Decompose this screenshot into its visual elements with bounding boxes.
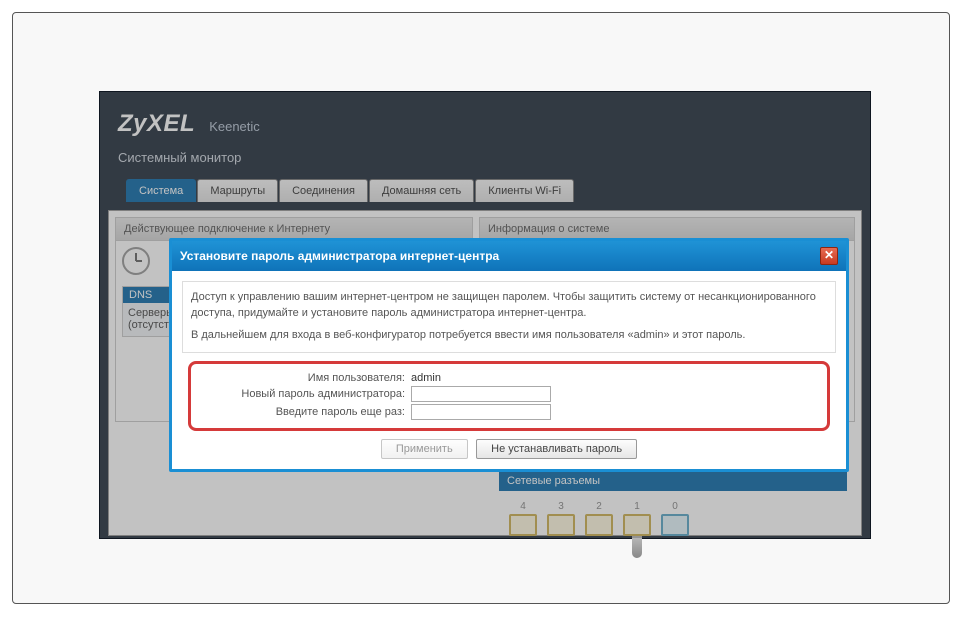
dialog-message: Доступ к управлению вашим интернет-центр… [182,281,836,353]
confirm-password-input[interactable] [411,404,551,420]
dialog-titlebar: Установите пароль администратора интерне… [172,241,846,271]
dialog-paragraph-2: В дальнейшем для входа в веб-конфигурато… [191,328,827,344]
username-value: admin [411,372,441,384]
dialog-buttons: Применить Не устанавливать пароль [182,439,836,459]
confirm-password-label: Введите пароль еще раз: [201,406,411,418]
new-password-label: Новый пароль администратора: [201,388,411,400]
dialog-title-text: Установите пароль администратора интерне… [180,249,499,263]
set-password-dialog: Установите пароль администратора интерне… [169,238,849,472]
password-form-highlight: Имя пользователя: admin Новый пароль адм… [188,361,830,431]
viewport-frame: ZyXEL Keenetic Системный монитор Система… [12,12,950,604]
new-password-input[interactable] [411,386,551,402]
apply-button[interactable]: Применить [381,439,468,459]
username-label: Имя пользователя: [201,372,411,384]
skip-password-button[interactable]: Не устанавливать пароль [476,439,637,459]
close-icon[interactable]: ✕ [820,247,838,265]
dialog-paragraph-1: Доступ к управлению вашим интернет-центр… [191,290,827,322]
